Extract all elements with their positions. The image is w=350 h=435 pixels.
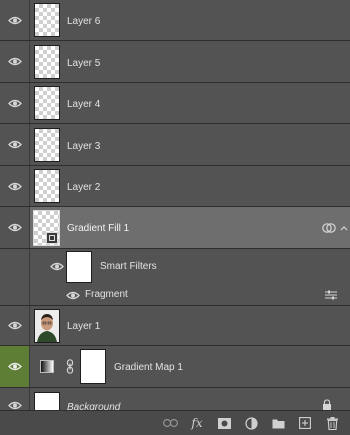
smart-filter-indicator-icon: [322, 223, 336, 233]
layer-thumbnail[interactable]: [34, 128, 60, 162]
layer-row-layer-5[interactable]: Layer 5: [0, 41, 350, 83]
adjustment-layer-icon: [244, 416, 258, 430]
layer-row-background[interactable]: Background: [0, 388, 350, 410]
layer-mask-thumbnail[interactable]: [80, 349, 106, 384]
eye-icon: [7, 182, 22, 190]
layer-row-layer-4[interactable]: Layer 4: [0, 83, 350, 124]
filter-blending-options-icon[interactable]: [325, 290, 337, 300]
new-group-button[interactable]: [270, 416, 286, 430]
eye-icon: [7, 99, 22, 107]
visibility-toggle[interactable]: [0, 166, 30, 206]
gradient-map-adjustment-icon[interactable]: [40, 360, 54, 373]
layer-name[interactable]: Layer 3: [67, 141, 100, 152]
visibility-toggle[interactable]: [0, 388, 30, 410]
visibility-toggle[interactable]: [0, 83, 30, 123]
layer-row-gradient-fill-1[interactable]: Gradient Fill 1: [0, 207, 350, 249]
add-layer-style-button[interactable]: fx: [189, 416, 205, 430]
layer-row-layer-3[interactable]: Layer 3: [0, 124, 350, 166]
layer-thumbnail[interactable]: [34, 86, 60, 120]
visibility-toggle[interactable]: [0, 346, 30, 387]
smart-filters-row[interactable]: Smart Filters: [0, 249, 350, 283]
add-mask-button[interactable]: [216, 416, 232, 430]
eye-icon[interactable]: [50, 262, 64, 271]
new-adjustment-layer-button[interactable]: [243, 416, 259, 430]
layer-name[interactable]: Layer 6: [67, 16, 100, 27]
layer-name[interactable]: Background: [67, 402, 120, 410]
eye-icon[interactable]: [66, 291, 80, 300]
visibility-toggle[interactable]: [0, 207, 30, 248]
layer-row-layer-2[interactable]: Layer 2: [0, 166, 350, 207]
layer-name[interactable]: Layer 2: [67, 182, 100, 193]
eye-icon: [7, 321, 22, 330]
new-layer-button[interactable]: [297, 416, 313, 430]
layer-row-layer-1[interactable]: Layer 1: [0, 306, 350, 346]
eye-icon: [7, 16, 22, 24]
mask-link-icon[interactable]: [66, 359, 74, 374]
delete-layer-button[interactable]: [324, 416, 340, 430]
eye-icon: [7, 362, 22, 371]
new-group-icon: [272, 419, 284, 428]
layer-thumbnail[interactable]: [34, 3, 60, 37]
layer-thumbnail[interactable]: [33, 210, 60, 246]
layer-row-layer-6[interactable]: Layer 6: [0, 0, 350, 41]
visibility-toggle[interactable]: [0, 124, 30, 165]
eye-icon: [7, 140, 22, 149]
layers-toolbar: fx: [0, 410, 350, 435]
layer-thumbnail[interactable]: [34, 169, 60, 203]
layer-thumbnail[interactable]: [34, 392, 60, 410]
indent-spacer: [0, 249, 30, 283]
layers-panel: Layer 6 Layer 5 Layer 4 Layer 3 Layer 2: [0, 0, 350, 435]
eye-icon: [7, 401, 22, 409]
eye-icon: [7, 223, 22, 232]
lock-icon: [323, 399, 331, 410]
layer-row-gradient-map-1[interactable]: Gradient Map 1: [0, 346, 350, 388]
layer-name[interactable]: Layer 1: [67, 321, 100, 332]
visibility-toggle[interactable]: [0, 41, 30, 82]
add-mask-icon: [217, 417, 231, 429]
visibility-toggle[interactable]: [0, 306, 30, 345]
eye-icon: [7, 57, 22, 66]
smart-filters-label[interactable]: Smart Filters: [100, 261, 157, 272]
layer-name[interactable]: Layer 4: [67, 99, 100, 110]
link-layers-button[interactable]: [162, 416, 178, 430]
layer-thumbnail[interactable]: [34, 45, 60, 79]
collapse-chevron-icon[interactable]: [340, 225, 348, 231]
visibility-toggle[interactable]: [0, 0, 30, 40]
layer-name[interactable]: Layer 5: [67, 58, 100, 69]
filter-name[interactable]: Fragment: [85, 289, 128, 300]
fx-icon: fx: [191, 416, 203, 430]
smart-filter-mask-thumbnail[interactable]: [66, 251, 92, 283]
layer-name[interactable]: Gradient Map 1: [114, 362, 183, 373]
smart-object-badge-icon: [46, 232, 58, 244]
trash-icon: [326, 416, 338, 430]
link-layers-icon: [162, 419, 178, 427]
portrait-thumbnail[interactable]: [34, 309, 60, 343]
indent-spacer: [0, 283, 30, 305]
new-layer-icon: [299, 417, 311, 429]
portrait-image: [35, 310, 59, 342]
filter-row-fragment[interactable]: Fragment: [0, 283, 350, 306]
layer-name[interactable]: Gradient Fill 1: [67, 223, 129, 234]
